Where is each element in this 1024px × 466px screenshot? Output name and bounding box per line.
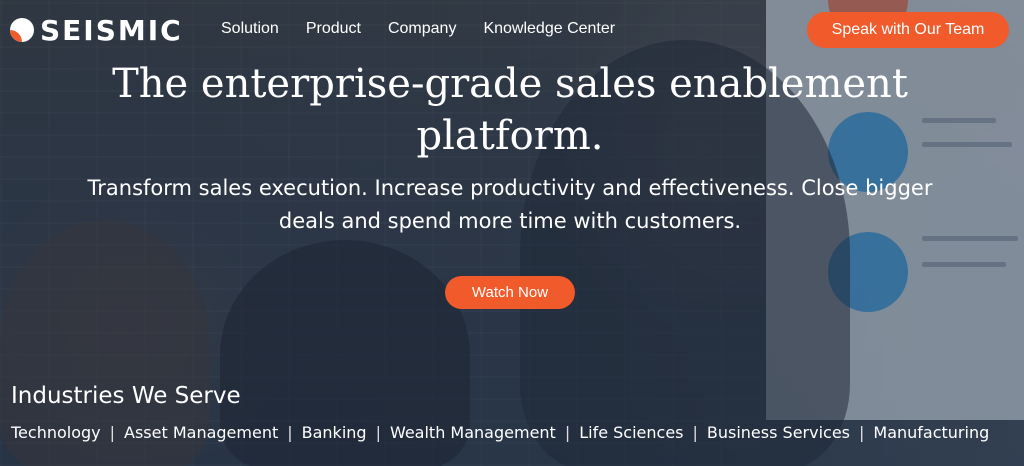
industry-link-life-sciences[interactable]: Life Sciences	[579, 423, 683, 442]
seismic-logo-icon	[10, 18, 34, 42]
hero-subheadline: Transform sales execution. Increase prod…	[60, 172, 960, 238]
main-nav: Solution Product Company Knowledge Cente…	[221, 20, 615, 38]
speak-with-team-button[interactable]: Speak with Our Team	[807, 12, 1009, 48]
nav-item-knowledge-center[interactable]: Knowledge Center	[483, 20, 615, 38]
industry-separator: |	[859, 423, 865, 442]
industry-link-wealth-management[interactable]: Wealth Management	[390, 423, 556, 442]
industry-separator: |	[692, 423, 698, 442]
seismic-logo-text: SEISMIC	[40, 13, 183, 47]
watch-now-button[interactable]: Watch Now	[445, 276, 575, 309]
industry-link-technology[interactable]: Technology	[11, 423, 101, 442]
nav-item-solution[interactable]: Solution	[221, 20, 279, 38]
industry-link-asset-management[interactable]: Asset Management	[124, 423, 278, 442]
nav-item-company[interactable]: Company	[388, 20, 456, 38]
hero-subheadline-line: deals and spend more time with customers…	[278, 209, 742, 233]
industry-separator: |	[287, 423, 293, 442]
industries-list: Technology | Asset Management | Banking …	[11, 423, 989, 442]
industry-link-business-services[interactable]: Business Services	[707, 423, 850, 442]
industry-separator: |	[375, 423, 381, 442]
seismic-logo[interactable]: SEISMIC	[10, 12, 183, 48]
hero-subheadline-line: Transform sales execution. Increase prod…	[87, 176, 933, 200]
nav-item-product[interactable]: Product	[306, 20, 361, 38]
industry-separator: |	[564, 423, 571, 442]
industry-separator: |	[109, 423, 116, 442]
hero-headline-line: The enterprise-grade sales enablement	[112, 61, 908, 107]
industries-heading: Industries We Serve	[11, 383, 241, 409]
industry-link-banking[interactable]: Banking	[302, 423, 367, 442]
hero-headline: The enterprise-grade sales enablement pl…	[0, 58, 1020, 162]
hero-headline-line: platform.	[416, 113, 604, 159]
industry-link-manufacturing[interactable]: Manufacturing	[873, 423, 989, 442]
